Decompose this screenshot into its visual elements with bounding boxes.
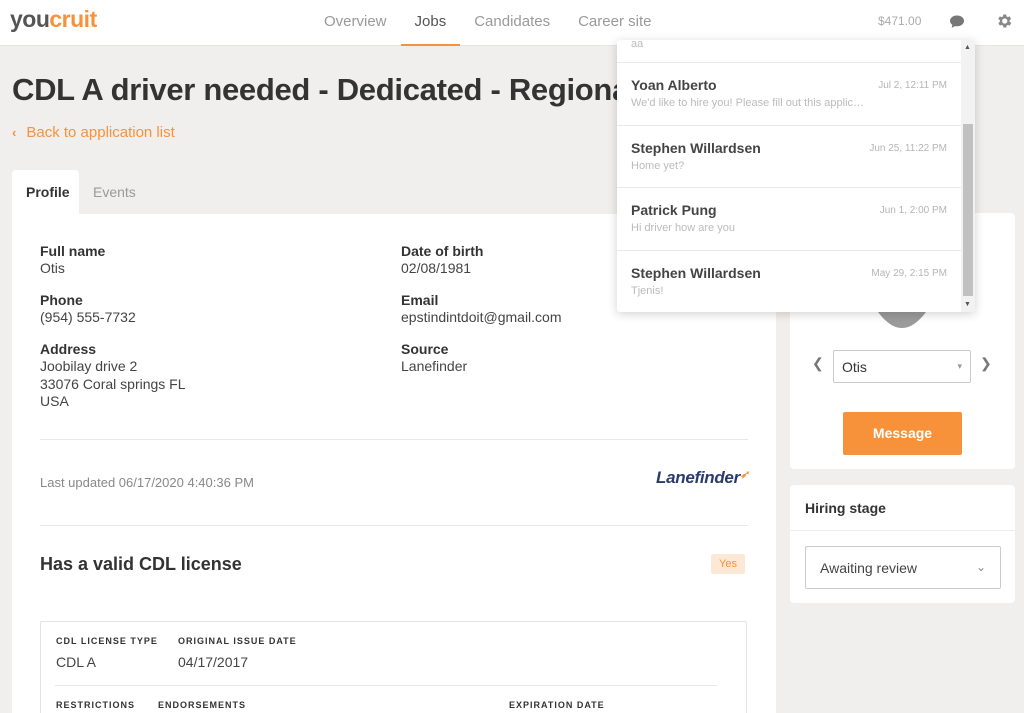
- cdl-endorsements: ENDORSEMENTS: [158, 700, 246, 710]
- hiring-stage-divider: [790, 530, 1015, 531]
- scroll-up-icon[interactable]: ▲: [964, 44, 971, 51]
- source-value: Lanefinder: [401, 358, 468, 374]
- main-nav: Overview Jobs Candidates Career site: [310, 0, 665, 46]
- cdl-expiration: EXPIRATION DATE: [509, 700, 605, 710]
- address-line-1: Joobilay drive 2: [40, 358, 138, 374]
- cdl-section-title: Has a valid CDL license: [40, 554, 242, 574]
- nav-jobs[interactable]: Jobs: [400, 0, 461, 46]
- hiring-stage-value: Awaiting review: [820, 560, 918, 576]
- address-line-3: USA: [40, 393, 69, 409]
- lanefinder-logo: Lanefinder➶: [656, 468, 749, 488]
- message-preview: We'd like to hire you! Please fill out t…: [631, 97, 867, 109]
- address-label: Address: [40, 341, 97, 357]
- cdl-license-type: CDL LICENSE TYPE CDL A: [56, 636, 158, 670]
- phone-label: Phone: [40, 292, 83, 308]
- chevron-down-icon: ▾: [957, 361, 962, 371]
- email-field: Email epstindintdoit@gmail.com: [401, 292, 562, 327]
- back-to-list-link[interactable]: ‹ Back to application list: [12, 124, 175, 141]
- lanefinder-logo-text: Lanefinder: [656, 468, 740, 487]
- message-preview: Home yet?: [631, 160, 685, 172]
- tab-events[interactable]: Events: [79, 170, 150, 214]
- messages-dropdown: aa Yoan Alberto Jul 2, 12:11 PM We'd lik…: [617, 40, 975, 312]
- full-name-label: Full name: [40, 243, 106, 259]
- message-time: Jun 25, 11:22 PM: [869, 143, 947, 154]
- message-time: Jun 1, 2:00 PM: [879, 205, 947, 216]
- message-item[interactable]: Stephen Willardsen Jun 25, 11:22 PM Home…: [617, 125, 961, 188]
- phone-value: (954) 555-7732: [40, 309, 136, 325]
- youcruit-logo[interactable]: youcruit: [10, 6, 97, 33]
- message-time: Jul 2, 12:11 PM: [878, 80, 947, 91]
- source-label: Source: [401, 341, 449, 357]
- swoosh-icon: ➶: [739, 469, 749, 481]
- phone-field: Phone (954) 555-7732: [40, 292, 136, 327]
- email-label: Email: [401, 292, 439, 308]
- message-item[interactable]: Yoan Alberto Jul 2, 12:11 PM We'd like t…: [617, 62, 961, 125]
- hiring-stage-title: Hiring stage: [805, 500, 886, 516]
- logo-text-accent: cruit: [49, 6, 97, 32]
- cdl-issue-date-label: ORIGINAL ISSUE DATE: [178, 636, 297, 646]
- hiring-stage-select[interactable]: Awaiting review ⌄: [805, 546, 1001, 589]
- address-field: Address Joobilay drive 2 33076 Coral spr…: [40, 341, 186, 411]
- gear-icon[interactable]: [995, 12, 1013, 30]
- message-time: May 29, 2:15 PM: [871, 268, 947, 279]
- cdl-details-box: CDL LICENSE TYPE CDL A ORIGINAL ISSUE DA…: [40, 621, 747, 713]
- full-name-field: Full name Otis: [40, 243, 105, 278]
- message-sender: Stephen Willardsen: [631, 140, 761, 156]
- cdl-license-type-label: CDL LICENSE TYPE: [56, 636, 158, 646]
- email-value: epstindintdoit@gmail.com: [401, 309, 562, 325]
- cdl-restrictions-label: RESTRICTIONS: [56, 700, 136, 710]
- cdl-expiration-label: EXPIRATION DATE: [509, 700, 605, 710]
- back-link-label: Back to application list: [26, 124, 175, 141]
- chevron-down-icon: ⌄: [975, 560, 986, 574]
- scroll-down-icon[interactable]: ▼: [964, 301, 971, 308]
- message-sender: Patrick Pung: [631, 202, 717, 218]
- message-preview: Hi driver how are you: [631, 222, 735, 234]
- page-title: CDL A driver needed - Dedicated - Region…: [12, 72, 632, 107]
- account-balance[interactable]: $471.00: [878, 14, 921, 28]
- message-button[interactable]: Message: [843, 412, 962, 455]
- message-item[interactable]: Patrick Pung Jun 1, 2:00 PM Hi driver ho…: [617, 187, 961, 250]
- dob-label: Date of birth: [401, 243, 484, 259]
- logo-text-main: you: [10, 6, 50, 32]
- message-preview: Tjenis!: [631, 285, 664, 297]
- nav-overview[interactable]: Overview: [310, 0, 401, 46]
- chat-bubble-icon[interactable]: [948, 13, 966, 31]
- cdl-divider: [55, 685, 717, 686]
- source-field: Source Lanefinder: [401, 341, 467, 376]
- chevron-left-icon: ‹: [12, 125, 17, 140]
- dob-field: Date of birth 02/08/1981: [401, 243, 483, 278]
- next-candidate-icon[interactable]: ❯: [980, 355, 992, 372]
- cdl-license-type-value: CDL A: [56, 654, 96, 670]
- message-item[interactable]: Stephen Willardsen May 29, 2:15 PM Tjeni…: [617, 250, 961, 312]
- candidate-select[interactable]: Otis ▾: [833, 350, 971, 383]
- previous-candidate-icon[interactable]: ❮: [812, 355, 824, 372]
- cdl-endorsements-label: ENDORSEMENTS: [158, 700, 247, 710]
- cdl-answer-badge: Yes: [711, 554, 745, 574]
- section-divider: [40, 439, 748, 440]
- message-sender: Yoan Alberto: [631, 77, 717, 93]
- address-line-2: 33076 Coral springs FL: [40, 375, 186, 392]
- dob-value: 02/08/1981: [401, 260, 472, 276]
- full-name-value: Otis: [40, 260, 65, 276]
- last-updated-text: Last updated 06/17/2020 4:40:36 PM: [40, 475, 254, 490]
- scrollbar-thumb[interactable]: [963, 124, 973, 296]
- section-divider: [40, 525, 748, 526]
- cdl-issue-date-value: 04/17/2017: [178, 654, 249, 670]
- cdl-issue-date: ORIGINAL ISSUE DATE 04/17/2017: [178, 636, 297, 670]
- tab-profile[interactable]: Profile: [12, 170, 79, 214]
- message-preview-fragment: aa: [631, 40, 644, 50]
- candidate-select-value: Otis: [842, 359, 867, 375]
- message-sender: Stephen Willardsen: [631, 265, 761, 281]
- cdl-restrictions: RESTRICTIONS: [56, 700, 135, 710]
- hiring-stage-card: Hiring stage Awaiting review ⌄: [790, 485, 1015, 603]
- nav-candidates[interactable]: Candidates: [460, 0, 564, 46]
